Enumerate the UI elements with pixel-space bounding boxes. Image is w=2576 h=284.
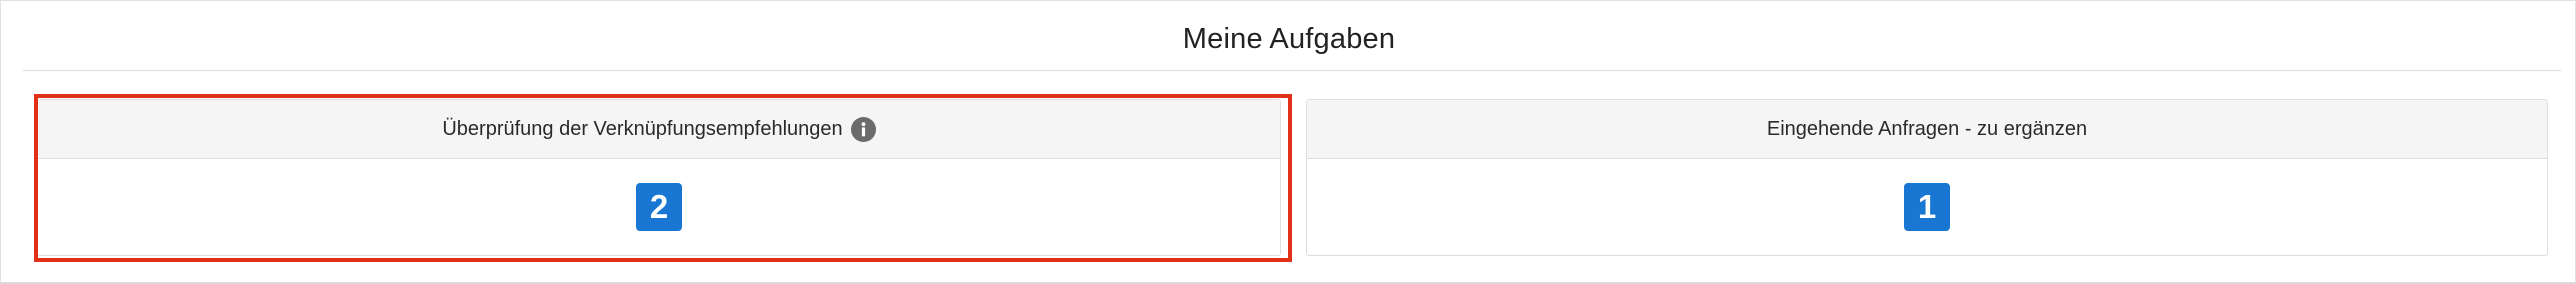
count-badge[interactable]: 2 — [636, 183, 682, 231]
card-header: Überprüfung der Verknüpfungsempfehlungen — [38, 100, 1280, 159]
panel-title: Meine Aufgaben — [1182, 23, 1396, 55]
card-title: Überprüfung der Verknüpfungsempfehlungen — [442, 117, 843, 140]
card-title: Eingehende Anfragen - zu ergänzen — [1766, 117, 2088, 140]
count-badge[interactable]: 1 — [1904, 183, 1950, 231]
task-card-incoming-requests[interactable]: Eingehende Anfragen - zu ergänzen 1 — [1306, 99, 2548, 256]
info-icon[interactable] — [850, 116, 876, 142]
card-body: 2 — [38, 159, 1280, 255]
card-header: Eingehende Anfragen - zu ergänzen — [1307, 100, 2547, 159]
my-tasks-panel: Meine Aufgaben Überprüfung der Verknüpfu… — [0, 0, 2576, 284]
title-divider — [23, 70, 2561, 71]
task-card-link-recommendations[interactable]: Überprüfung der Verknüpfungsempfehlungen… — [37, 99, 1281, 256]
card-body: 1 — [1307, 159, 2547, 255]
